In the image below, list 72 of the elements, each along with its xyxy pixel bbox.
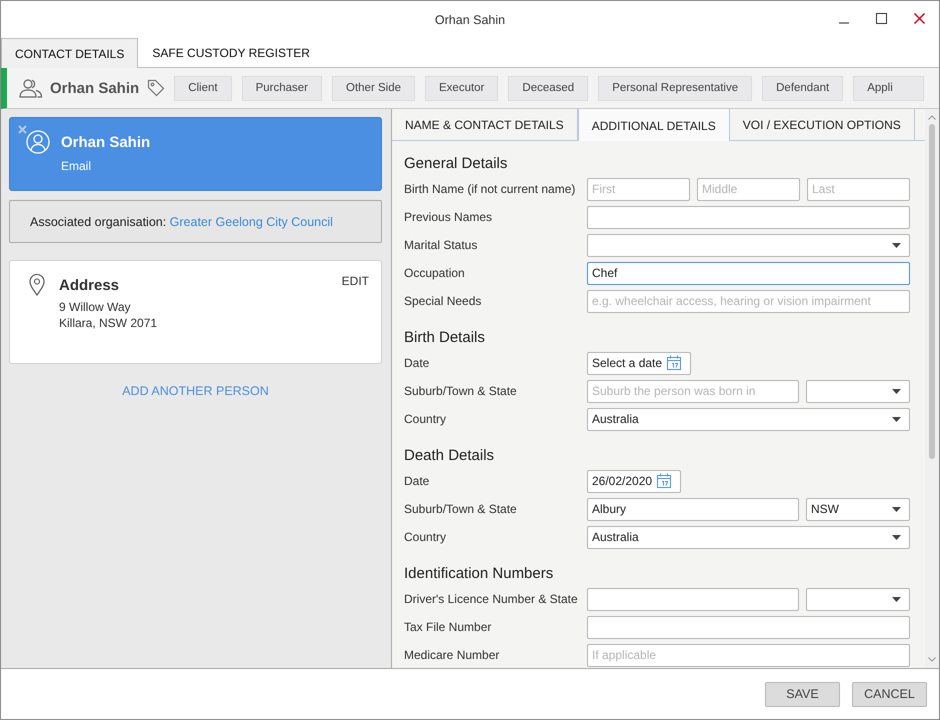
address-title: Address (59, 277, 120, 294)
contact-name: Orhan Sahin (50, 80, 140, 96)
field-label: Driver's Licence Number & State (404, 592, 579, 606)
scroll-down-icon[interactable] (928, 657, 936, 662)
scroll-up-icon[interactable] (928, 115, 936, 120)
location-pin-icon (29, 274, 45, 296)
caret-icon (892, 506, 901, 512)
input-field[interactable]: Chef (587, 262, 910, 284)
field-label: Tax File Number (404, 620, 492, 634)
calendar-icon[interactable] (666, 355, 682, 371)
tag-icon (147, 79, 166, 97)
section-heading: Death Details (404, 446, 496, 466)
caret-icon (892, 242, 901, 248)
role-button[interactable]: Client (174, 76, 232, 100)
role-button[interactable]: Personal Representative (598, 76, 752, 100)
input-field[interactable] (587, 616, 910, 638)
close-icon[interactable] (914, 13, 925, 24)
input-field[interactable] (587, 206, 910, 228)
dropdown-field[interactable] (806, 380, 910, 402)
tab[interactable]: VOI / EXECUTION OPTIONS (730, 109, 915, 140)
field-label: Birth Name (if not current name) (404, 182, 576, 196)
organisation-text: Associated organisation: Greater Geelong City Council (30, 214, 333, 228)
date-field[interactable]: Select a date (587, 352, 692, 374)
people-icon (19, 78, 43, 98)
calendar-icon[interactable] (656, 473, 672, 489)
role-button[interactable]: Executor (425, 76, 498, 100)
field-label: Country (404, 412, 448, 426)
window-title: Orhan Sahin (434, 12, 506, 26)
field-label: Date (404, 474, 430, 488)
role-button[interactable]: Other Side (332, 76, 415, 100)
field-label: Previous Names (404, 210, 494, 224)
input-field[interactable]: Albury (587, 498, 799, 520)
field-label: Medicare Number (404, 648, 500, 662)
dropdown-field[interactable]: Australia (587, 408, 910, 430)
section-heading: Identification Numbers (404, 564, 554, 584)
tab[interactable]: SAFE CUSTODY REGISTER (138, 38, 324, 67)
role-button[interactable]: Purchaser (242, 76, 322, 100)
field-label: Occupation (404, 266, 466, 280)
section-heading: General Details (404, 154, 508, 174)
person-detail: Email (61, 159, 92, 173)
tab[interactable]: CONTACT DETAILS (1, 38, 138, 68)
address-line: 9 Willow Way (59, 299, 132, 315)
field-label: Suburb/Town & State (404, 502, 518, 516)
input-field[interactable] (587, 588, 799, 610)
address-line: Killara, NSW 2071 (59, 315, 158, 331)
edit-link[interactable]: EDIT (342, 274, 369, 363)
caret-icon (892, 534, 901, 540)
scrollbar[interactable] (925, 109, 939, 668)
user-circle-icon (26, 130, 50, 154)
tab[interactable]: ADDITIONAL DETAILS (578, 109, 730, 141)
maximize-icon[interactable] (876, 13, 887, 24)
role-button[interactable]: Appli (853, 76, 924, 100)
scrollbar-thumb[interactable] (929, 124, 935, 459)
field-label: Suburb/Town & State (404, 384, 518, 398)
field-label: Special Needs (404, 294, 482, 308)
field-label: Date (404, 356, 430, 370)
field-label: Marital Status (404, 238, 478, 252)
person-name: Orhan Sahin (61, 134, 150, 151)
dropdown-field[interactable]: Australia (587, 526, 910, 548)
dropdown-field[interactable] (587, 234, 910, 256)
caret-icon (892, 596, 901, 602)
role-button[interactable]: Deceased (508, 76, 588, 100)
section-heading: Birth Details (404, 328, 486, 348)
dropdown-field[interactable]: NSW (806, 498, 910, 520)
field-label: Country (404, 530, 448, 544)
dropdown-field[interactable] (806, 588, 910, 610)
footer-button[interactable]: SAVE (765, 682, 840, 706)
date-field[interactable]: 26/02/2020 (587, 470, 682, 492)
caret-icon (892, 416, 901, 422)
role-button[interactable]: Defendant (762, 76, 844, 100)
footer-button[interactable]: CANCEL (852, 682, 927, 706)
caret-icon (892, 388, 901, 394)
